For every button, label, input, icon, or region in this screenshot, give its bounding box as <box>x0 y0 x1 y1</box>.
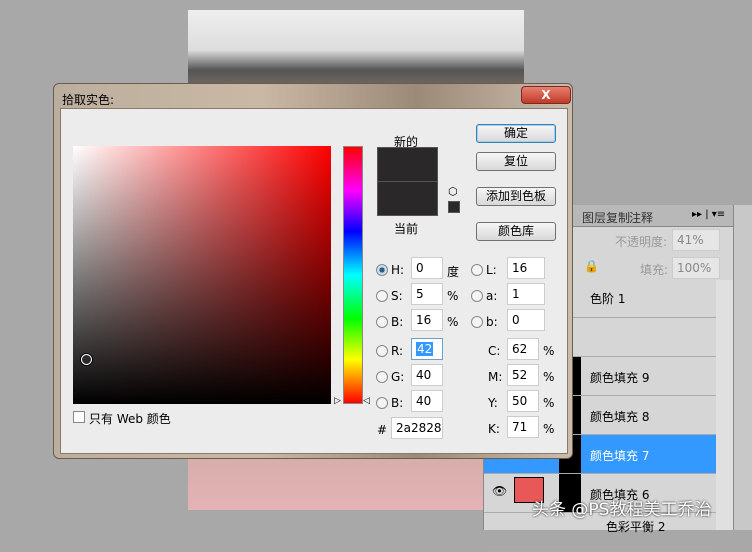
color-libraries-button[interactable]: 颜色库 <box>476 222 556 241</box>
m-unit: % <box>543 370 555 384</box>
s-radio[interactable] <box>376 290 388 302</box>
h-radio[interactable] <box>376 264 388 276</box>
s-unit: % <box>447 289 459 303</box>
tab-layer-comps[interactable]: 图层复制 <box>582 209 630 226</box>
new-color-swatch <box>377 147 438 182</box>
k-input[interactable]: 71 <box>507 416 539 438</box>
web-only-label: 只有 Web 颜色 <box>89 412 171 426</box>
web-only-checkbox[interactable] <box>73 411 85 423</box>
hue-slider-handle[interactable]: ▷ <box>334 396 341 406</box>
r-value: 42 <box>416 342 434 356</box>
current-label: 当前 <box>394 222 419 236</box>
blue-input[interactable]: 40 <box>411 390 443 412</box>
hue-slider[interactable] <box>343 146 363 404</box>
lab-b-input[interactable]: 0 <box>507 309 545 331</box>
k-label: K: <box>488 422 500 436</box>
lab-b-label: b: <box>486 315 498 329</box>
r-input[interactable]: 42 <box>411 338 443 360</box>
opacity-label: 不透明度: <box>615 235 668 249</box>
h-unit: 度 <box>447 265 460 279</box>
g-input[interactable]: 40 <box>411 364 443 386</box>
b-input[interactable]: 16 <box>411 309 443 331</box>
cube-icon[interactable]: ⬡ <box>448 185 458 198</box>
web-safe-swatch[interactable] <box>448 201 460 213</box>
a-radio[interactable] <box>471 290 483 302</box>
eye-icon[interactable]: 👁 <box>492 484 507 498</box>
blue-radio[interactable] <box>376 397 388 409</box>
r-label: R: <box>391 344 404 358</box>
add-to-swatches-button[interactable]: 添加到色板 <box>476 187 556 206</box>
c-input[interactable]: 62 <box>507 338 539 360</box>
c-label: C: <box>488 344 501 358</box>
right-dock <box>733 205 752 530</box>
panel-menu-icon[interactable]: ▸▸ | ▾≡ <box>692 209 725 220</box>
m-input[interactable]: 52 <box>507 364 539 386</box>
r-radio[interactable] <box>376 345 388 357</box>
ok-button[interactable]: 确定 <box>476 124 556 143</box>
color-cursor[interactable] <box>81 354 92 365</box>
hex-label: # <box>377 423 388 437</box>
layer-name: 色阶 1 <box>590 292 626 306</box>
h-label: H: <box>391 263 405 277</box>
fill-input[interactable]: 100% <box>672 257 720 279</box>
l-label: L: <box>486 263 497 277</box>
layer-name: 颜色填充 9 <box>590 371 650 385</box>
g-label: G: <box>391 370 405 384</box>
c-unit: % <box>543 344 555 358</box>
layer-name: 颜色填充 7 <box>590 449 650 463</box>
h-input[interactable]: 0 <box>411 257 443 279</box>
a-input[interactable]: 1 <box>507 283 545 305</box>
y-unit: % <box>543 396 555 410</box>
tab-notes[interactable]: 注释 <box>629 209 653 226</box>
l-input[interactable]: 16 <box>507 257 545 279</box>
g-radio[interactable] <box>376 371 388 383</box>
s-input[interactable]: 5 <box>411 283 443 305</box>
layers-scrollbar[interactable] <box>716 280 733 530</box>
b-label: B: <box>391 315 404 329</box>
layer-name: 色彩平衡 2 <box>606 520 666 534</box>
y-label: Y: <box>488 396 498 410</box>
blue-label: B: <box>391 396 404 410</box>
close-button[interactable]: X <box>521 86 571 104</box>
watermark: 头条 @PS教程美工乔治 <box>532 500 712 520</box>
dialog-title: 拾取实色: <box>62 93 115 107</box>
m-label: M: <box>488 370 503 384</box>
b-unit: % <box>447 315 459 329</box>
hex-input[interactable]: 2a2828 <box>391 417 443 439</box>
current-color-swatch[interactable] <box>377 182 438 216</box>
lock-icon[interactable]: 🔒 <box>584 259 599 273</box>
color-picker-dialog: 拾取实色: X ▷ ◁ 只有 Web 颜色 新的 当前 ⬡ 确定 复位 添加到色… <box>53 83 573 459</box>
k-unit: % <box>543 422 555 436</box>
hue-slider-handle-right: ◁ <box>363 396 370 406</box>
y-input[interactable]: 50 <box>507 390 539 412</box>
fill-label: 填充: <box>640 263 669 277</box>
lab-b-radio[interactable] <box>471 316 483 328</box>
reset-button[interactable]: 复位 <box>476 152 556 171</box>
opacity-input[interactable]: 41% <box>672 229 720 251</box>
color-field[interactable] <box>73 146 331 404</box>
s-label: S: <box>391 289 403 303</box>
a-label: a: <box>486 289 498 303</box>
b-radio[interactable] <box>376 316 388 328</box>
layer-name: 颜色填充 8 <box>590 410 650 424</box>
l-radio[interactable] <box>471 264 483 276</box>
